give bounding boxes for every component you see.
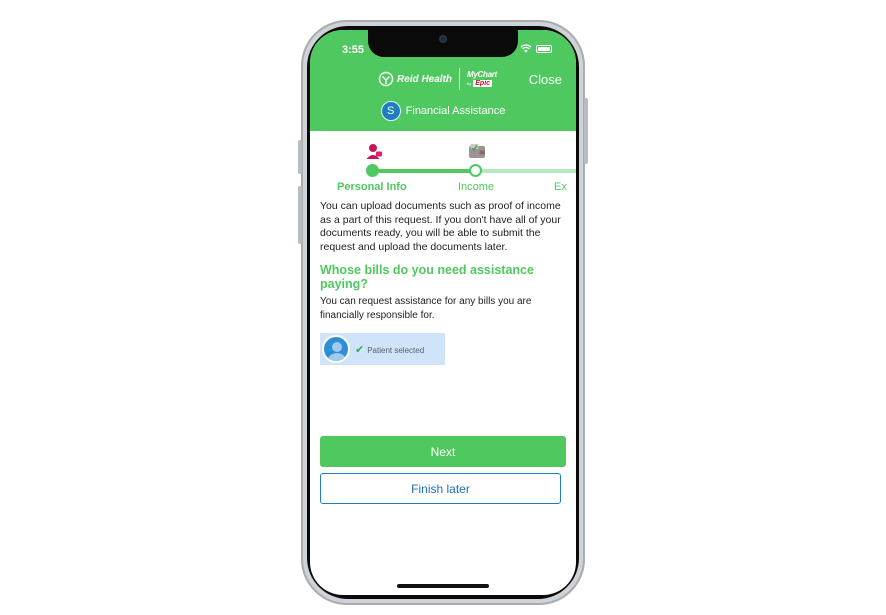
question-heading: Whose bills do you need assistance payin… <box>320 263 534 291</box>
reid-health-text: Reid Health <box>397 73 453 85</box>
step-track-progress <box>372 169 476 173</box>
logo-divider <box>459 68 461 90</box>
reid-health-mark-icon <box>378 71 394 87</box>
status-time: 3:55 <box>342 44 365 56</box>
main-content: You can upload documents such as proof o… <box>320 200 570 365</box>
person-icon <box>366 144 382 159</box>
patient-selected-label: Patient selected <box>367 346 425 355</box>
epic-logo-text: Epic <box>473 80 493 87</box>
volume-buttons <box>298 186 302 244</box>
mychart-by-line: by Epic <box>467 80 497 87</box>
battery-icon <box>536 44 552 53</box>
next-button[interactable]: Next <box>320 436 566 467</box>
status-icons <box>520 44 552 53</box>
by-text: by <box>467 80 472 86</box>
wallet-icon <box>469 144 485 158</box>
home-indicator[interactable] <box>397 584 489 588</box>
step-dot-personal-info <box>366 164 379 177</box>
question-subtext: You can request assistance for any bills… <box>320 296 532 321</box>
page-title-row: S Financial Assistance <box>310 101 576 121</box>
phone-frame: 3:55 Reid Health MyChart by Epic Close S… <box>298 20 588 605</box>
power-button <box>584 98 588 164</box>
header-logos: Reid Health MyChart by Epic <box>378 68 497 90</box>
reid-health-logo: Reid Health <box>378 71 452 87</box>
patient-avatar-icon <box>322 335 350 363</box>
mychart-logo: MyChart by Epic <box>467 71 497 87</box>
close-button[interactable]: Close <box>529 72 562 87</box>
step-label-personal-info[interactable]: Personal Info <box>337 181 407 193</box>
page-title: Financial Assistance <box>405 105 506 117</box>
user-avatar[interactable]: S <box>380 101 401 121</box>
step-label-partial[interactable]: Ex <box>554 181 567 193</box>
app-header: 3:55 Reid Health MyChart by Epic Close S… <box>310 30 576 131</box>
finish-later-button[interactable]: Finish later <box>320 473 561 504</box>
step-dot-income <box>469 164 482 177</box>
mychart-text: MyChart <box>467 70 497 79</box>
progress-stepper: Personal Info Income Ex <box>310 140 576 196</box>
intro-text: You can upload documents such as proof o… <box>320 200 561 253</box>
step-label-income[interactable]: Income <box>458 181 494 193</box>
patient-selection-card[interactable]: ✔ Patient selected <box>320 333 445 365</box>
front-camera <box>439 35 447 43</box>
phone-screen: 3:55 Reid Health MyChart by Epic Close S… <box>310 30 576 595</box>
checkmark-icon: ✔ <box>355 343 365 356</box>
mute-switch <box>298 140 302 174</box>
wifi-icon <box>520 44 532 53</box>
notch <box>368 30 518 57</box>
